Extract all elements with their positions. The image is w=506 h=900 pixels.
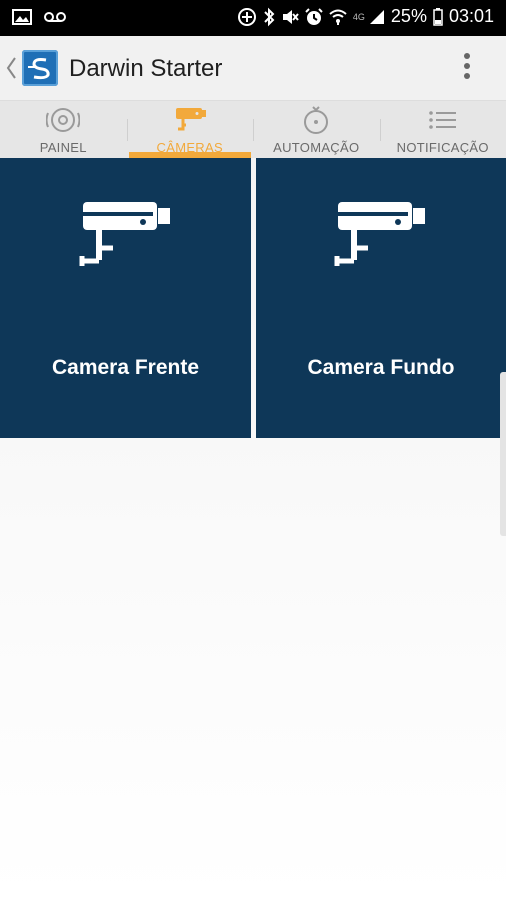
security-camera-icon [79, 202, 170, 266]
app-bar: Darwin Starter [0, 36, 506, 101]
battery-percent: 25% [390, 6, 427, 26]
data-saver-icon [237, 7, 257, 27]
network-type: 4G [352, 11, 365, 22]
battery-icon [433, 7, 443, 26]
security-camera-icon [175, 108, 206, 131]
voicemail-icon [44, 8, 66, 26]
list-icon [428, 111, 456, 129]
camera-label: Camera Frente [51, 356, 200, 379]
signal-icon [369, 9, 385, 25]
security-camera-icon [334, 202, 425, 266]
status-bar: 4G 25% 03:01 [0, 0, 506, 36]
alarm-icon [305, 7, 323, 26]
tab-label: PAINEL [39, 140, 87, 155]
back-chevron-icon[interactable] [4, 55, 18, 81]
tab-cameras[interactable]: CÂMERAS [126, 101, 254, 158]
tab-label: AUTOMAÇÃO [273, 140, 360, 155]
tab-bar: PAINEL CÂMERAS AUTOMAÇÃO NOTIFICAÇÃO [0, 101, 506, 158]
camera-grid: Camera Frente Camera Fundo [0, 158, 506, 536]
camera-label: Camera Fundo [307, 356, 455, 379]
clock: 03:01 [448, 6, 494, 26]
scroll-indicator[interactable] [500, 372, 506, 536]
image-icon [12, 8, 32, 26]
app-title: Darwin Starter [69, 55, 223, 82]
mute-icon [281, 8, 299, 26]
tab-label: NOTIFICAÇÃO [396, 140, 489, 155]
bluetooth-icon [263, 7, 275, 27]
radio-target-icon [46, 108, 81, 132]
timer-icon [304, 106, 329, 134]
overflow-menu-icon[interactable] [458, 50, 476, 86]
camera-tile-fundo[interactable]: Camera Fundo [256, 158, 506, 438]
wifi-icon [329, 8, 347, 26]
tab-notificacao[interactable]: NOTIFICAÇÃO [379, 101, 506, 158]
tab-automacao[interactable]: AUTOMAÇÃO [253, 101, 380, 158]
tab-painel[interactable]: PAINEL [0, 101, 127, 158]
camera-tile-frente[interactable]: Camera Frente [0, 158, 251, 438]
app-logo-icon[interactable] [22, 50, 58, 86]
